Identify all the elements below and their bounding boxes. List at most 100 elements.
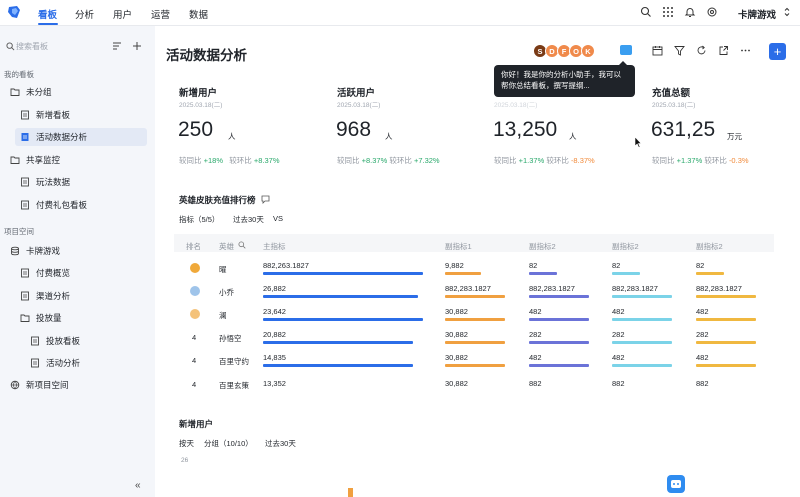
sidebar-item-activity-analysis[interactable]: 活动数据分析 [15, 128, 147, 146]
column-header-rank[interactable]: 排名 [186, 241, 201, 252]
sidebar-item-paid-pack[interactable]: 付费礼包看板 [20, 196, 145, 214]
sidebar-item-activity-analysis-2[interactable]: 活动分析 [30, 354, 145, 372]
kpi-active-users[interactable]: 活跃用户 2025.03.18(二) 968 人 较同比 +8.37% 较环比 … [336, 85, 487, 175]
column-header-sub-metric-3[interactable]: 副指标2 [612, 241, 639, 252]
kpi-new-users[interactable]: 新增用户 2025.03.18(二) 250 人 较同比 +18% 较环比 +8… [178, 85, 329, 175]
sidebar-item-label: 渠道分析 [36, 291, 71, 301]
kpi-comparison: 较同比 +18% 较环比 +8.37% [179, 156, 280, 165]
collapse-sidebar-icon[interactable]: « [135, 480, 141, 491]
main-metric-bar [263, 318, 423, 321]
project-switcher[interactable]: 卡牌游戏 [738, 7, 776, 21]
column-header-sub-metric-1[interactable]: 副指标1 [445, 241, 472, 252]
rank-number: 4 [192, 356, 197, 365]
sub-metric-2-value: 882,283.1827 [529, 284, 575, 293]
avatar[interactable]: K [581, 44, 595, 58]
calendar-icon[interactable] [652, 45, 663, 56]
kpi-unit: 人 [385, 132, 393, 141]
sub-metric-2-value: 282 [529, 330, 542, 339]
share-export-icon[interactable] [718, 45, 729, 56]
sidebar-item-gameplay-data[interactable]: 玩法数据 [20, 173, 145, 191]
sub-metric-4-bar [696, 318, 756, 321]
sub-metric-4-bar [696, 295, 756, 298]
section-my-dashboards: 我的看板 [4, 70, 34, 79]
search-icon[interactable] [640, 6, 652, 18]
search-icon [6, 42, 15, 51]
column-header-hero[interactable]: 英雄 [219, 241, 234, 252]
sidebar-item-new-dashboard[interactable]: 新增看板 [20, 106, 145, 124]
add-icon[interactable] [132, 41, 142, 51]
main-content: 活动数据分析 S D F O K + 你好！我是你的分析小助手，我可以帮你总结看… [155, 26, 800, 497]
sidebar-folder-ungrouped[interactable]: 未分组 [10, 83, 145, 101]
sidebar-project-card-game[interactable]: 卡牌游戏 [10, 242, 145, 260]
chart-bar [348, 488, 353, 497]
column-header-sub-metric-4[interactable]: 副指标2 [696, 241, 723, 252]
rank-silver-badge-icon [190, 286, 200, 296]
apps-grid-icon[interactable] [662, 6, 674, 18]
sub-metric-3-value: 282 [612, 330, 625, 339]
main-metric-bar [263, 272, 423, 275]
hero-name: 曜 [219, 265, 227, 274]
ranking-title: 英雄皮肤充值排行榜 [179, 195, 256, 205]
comment-icon[interactable] [261, 195, 270, 204]
nav-tab-users[interactable]: 用户 [113, 7, 132, 21]
dashboard-doc-icon [21, 110, 29, 120]
sub-metric-2-bar [529, 295, 589, 298]
sub-metric-2-bar [529, 318, 589, 321]
kpi-third[interactable]: 2025.03.18(二) 13,250 人 较同比 +1.37% 较环比 -8… [493, 85, 644, 175]
nav-tab-operations[interactable]: 运营 [151, 7, 170, 21]
kpi-date: 2025.03.18(二) [652, 102, 696, 109]
metric-filter[interactable]: 指标（5/5） [179, 214, 219, 225]
sub-metric-1-bar [445, 364, 505, 367]
column-header-main-metric[interactable]: 主指标 [263, 241, 286, 252]
folder-icon [10, 156, 20, 164]
app-logo-icon[interactable] [6, 4, 22, 20]
ai-assistant-icon[interactable] [620, 45, 632, 55]
sidebar-item-label: 玩法数据 [36, 177, 71, 187]
sub-metric-4-value: 882,283.1827 [696, 284, 742, 293]
folder-icon [10, 88, 20, 96]
sidebar-folder-shared-monitor[interactable]: 共享监控 [10, 151, 145, 169]
main-metric-bar [263, 295, 418, 298]
compare-toggle[interactable]: VS [273, 214, 283, 223]
search-icon[interactable] [238, 241, 246, 249]
dashboard-doc-icon [31, 336, 39, 346]
filter-icon[interactable] [674, 45, 685, 56]
granularity-selector[interactable]: 按天 [179, 438, 194, 449]
sub-metric-3-value: 882,283.1827 [612, 284, 658, 293]
nav-tab-dashboard[interactable]: 看板 [38, 7, 57, 21]
nav-tab-data[interactable]: 数据 [189, 7, 208, 21]
column-header-sub-metric-2[interactable]: 副指标2 [529, 241, 556, 252]
sidebar-folder-ad-volume[interactable]: 投放量 [20, 309, 145, 327]
hero-name: 百里玄策 [219, 381, 249, 390]
main-metric-value: 23,642 [263, 307, 286, 316]
time-range-filter[interactable]: 过去30天 [233, 214, 264, 225]
dashboard-doc-icon [21, 291, 29, 301]
sub-metric-4-value: 482 [696, 353, 709, 362]
refresh-icon[interactable] [696, 45, 707, 56]
chevron-updown-icon[interactable] [782, 6, 792, 18]
kpi-comparison: 较同比 +8.37% 较环比 +7.32% [337, 156, 440, 165]
sidebar-item-payment-overview[interactable]: 付费概览 [20, 264, 145, 282]
kpi-total-recharge[interactable]: 充值总额 2025.03.18(二) 631,25 万元 较同比 +1.37% … [651, 85, 800, 175]
sidebar-item-label: 未分组 [26, 87, 52, 97]
sidebar-search-input[interactable] [16, 39, 100, 53]
settings-gear-icon[interactable] [706, 6, 718, 18]
dashboard-doc-icon [21, 268, 29, 278]
main-metric-bar [263, 341, 413, 344]
sidebar-item-ad-dashboard[interactable]: 投放看板 [30, 332, 145, 350]
sidebar-item-channel-analysis[interactable]: 渠道分析 [20, 287, 145, 305]
add-widget-button[interactable]: + [769, 43, 786, 60]
robot-icon [671, 480, 681, 488]
database-icon [11, 246, 19, 256]
bell-icon[interactable] [684, 6, 696, 18]
group-filter[interactable]: 分组（10/10） [204, 438, 253, 449]
page-title: 活动数据分析 [166, 48, 247, 63]
sort-list-icon[interactable] [112, 41, 122, 51]
dashboard-doc-icon [31, 358, 39, 368]
time-range-filter[interactable]: 过去30天 [265, 438, 296, 449]
nav-tab-analysis[interactable]: 分析 [75, 7, 94, 21]
more-icon[interactable] [740, 45, 751, 56]
sidebar-item-new-project-space[interactable]: 新项目空间 [10, 376, 145, 394]
ai-assistant-float-button[interactable] [667, 475, 685, 493]
sub-metric-3-value: 482 [612, 353, 625, 362]
